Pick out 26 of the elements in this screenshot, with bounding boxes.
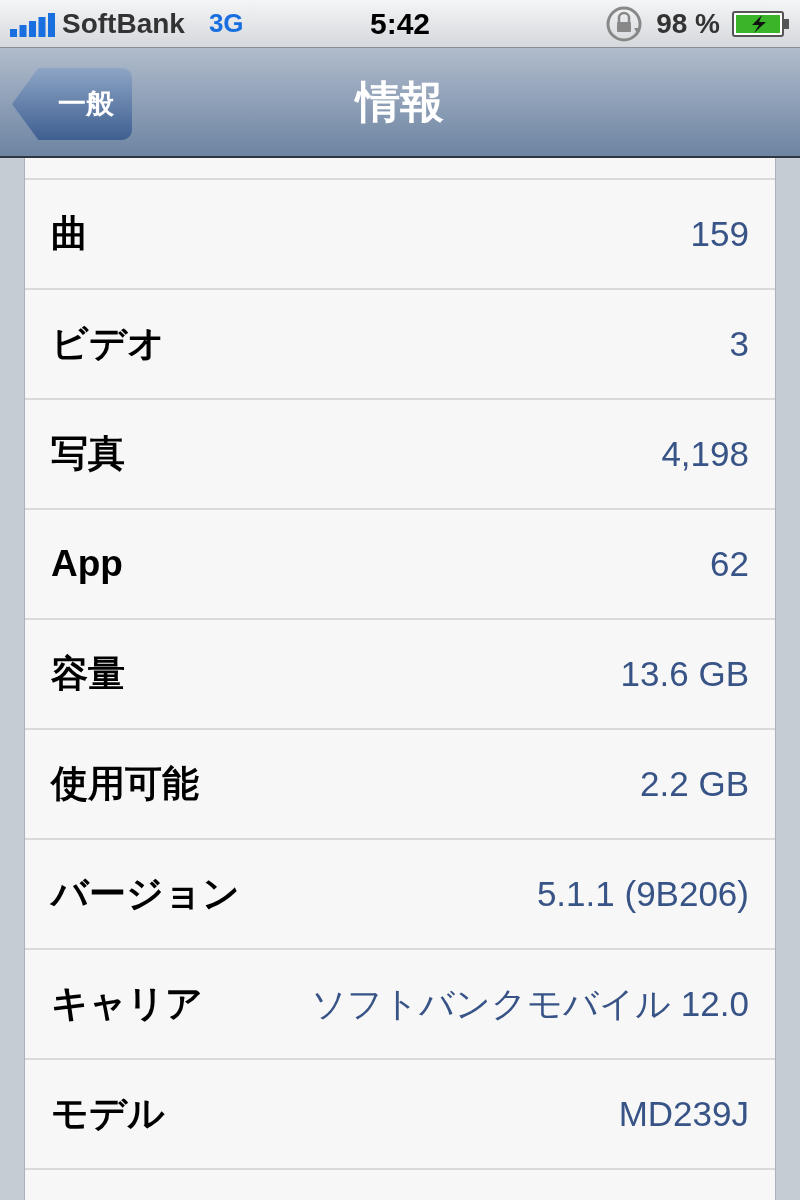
row-value: 2.2 GB <box>640 762 749 805</box>
row-value: 62 <box>710 542 749 585</box>
row-label: App <box>51 542 123 587</box>
row-label: バージョン <box>51 872 240 917</box>
row-value: ソフトバンクモバイル 12.0 <box>311 982 749 1025</box>
signal-icon <box>10 10 56 37</box>
charging-battery-icon <box>732 10 790 37</box>
row-value: 13.6 GB <box>620 652 749 695</box>
row-label: キャリア <box>51 982 203 1027</box>
row-value: 4,198 <box>661 432 749 475</box>
network-type: 3G <box>208 7 244 40</box>
screen-title: 情報 <box>356 76 444 128</box>
row-label: 写真 <box>51 432 125 477</box>
row-value: 3 <box>729 322 749 365</box>
row-label: 使用可能 <box>51 762 199 807</box>
row-value: 159 <box>690 212 749 255</box>
row-label: ビデオ <box>51 322 165 367</box>
row-label: 曲 <box>51 212 88 257</box>
row-label: 容量 <box>51 652 125 697</box>
row-value: 5.1.1 (9B206) <box>536 872 749 915</box>
row-label: モデル <box>51 1092 165 1137</box>
battery-percent: 98 % <box>656 6 720 41</box>
row-value: MD239J <box>618 1092 749 1135</box>
clock-time: 5:42 <box>370 6 430 42</box>
carrier-name: SoftBank <box>62 6 185 41</box>
back-button[interactable]: 一般 <box>12 68 132 140</box>
